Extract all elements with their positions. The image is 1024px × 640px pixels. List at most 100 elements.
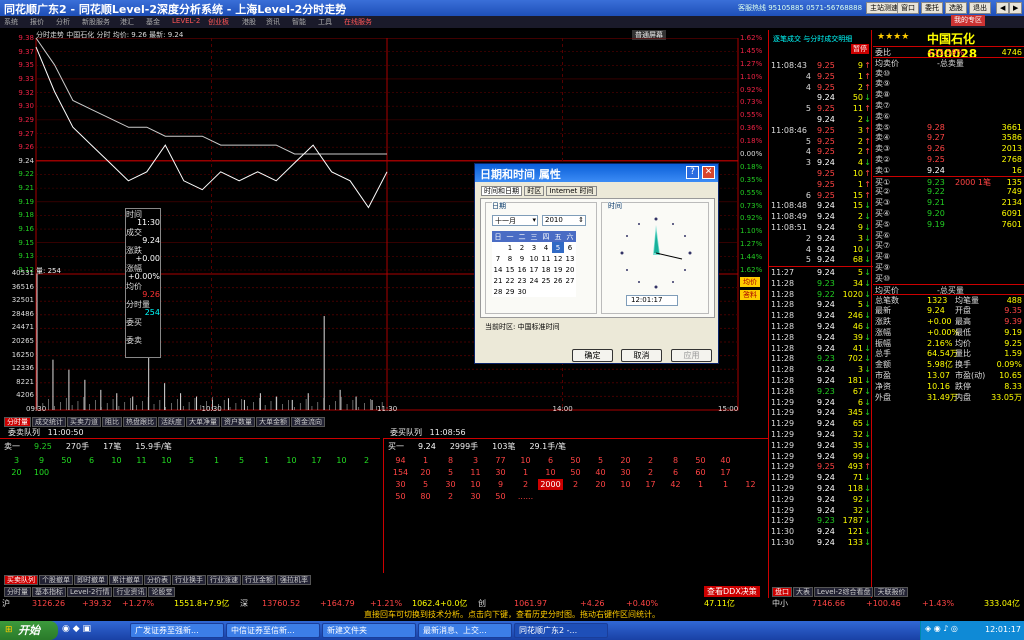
menu-analysis[interactable]: 分析 [56, 17, 70, 27]
tab[interactable]: 资金流向 [291, 417, 325, 427]
close-icon[interactable]: ✕ [702, 166, 715, 179]
tab[interactable]: Level-2行情 [67, 587, 113, 597]
tab[interactable]: 成交统计 [32, 417, 66, 427]
calendar-grid[interactable]: 日一二三四五六 1 2 3 4 5 6 7 8 9 10 11 12 13 14 15 16 17 18 19 20 21… [492, 231, 576, 297]
tab[interactable]: 强拉机率 [277, 575, 311, 585]
calendar-day[interactable]: 18 [540, 264, 552, 275]
ok-button[interactable]: 确定 [572, 349, 613, 362]
calendar-day[interactable]: 5 [552, 242, 564, 253]
menu-quote[interactable]: 报价 [30, 17, 44, 27]
tab[interactable]: 资户数量 [221, 417, 255, 427]
calendar-day[interactable]: 19 [552, 264, 564, 275]
tab[interactable]: 大单净量 [186, 417, 220, 427]
calendar-day[interactable]: 1 [504, 242, 516, 253]
calendar-day[interactable]: 21 [492, 275, 504, 286]
calendar-day[interactable]: 13 [564, 253, 576, 264]
tab[interactable]: 行业金额 [242, 575, 276, 585]
tab[interactable]: 分价表 [144, 575, 171, 585]
menu-system[interactable]: 系统 [4, 17, 18, 27]
avg-price-button[interactable]: 均价 [740, 277, 760, 287]
month-select[interactable]: 十一月 ▾ [492, 215, 538, 226]
calendar-day[interactable]: 20 [564, 264, 576, 275]
taskbar-task[interactable]: 中信证券至信新... [226, 623, 320, 638]
tab-internet-time[interactable]: Internet 时间 [546, 186, 597, 196]
menu-news[interactable]: 资讯 [266, 17, 280, 27]
menu-ipo[interactable]: 新股服务 [82, 17, 110, 27]
tab[interactable]: 阻比 [102, 417, 122, 427]
trade-button[interactable]: 委托 [921, 2, 943, 14]
calendar-day[interactable]: 15 [504, 264, 516, 275]
info-button[interactable]: 答料 [740, 290, 760, 300]
ddx-button[interactable]: 查看DDX决策 [704, 586, 760, 597]
calendar-day[interactable]: 2 [516, 242, 528, 253]
calendar-day[interactable]: 7 [492, 253, 504, 264]
my-zone-button[interactable]: 我的专区 [951, 15, 985, 26]
calendar-day[interactable]: 26 [552, 275, 564, 286]
tab[interactable]: 热盘跟比 [123, 417, 157, 427]
taskbar-task[interactable]: 新建文件夹 [322, 623, 416, 638]
taskbar-task[interactable]: 最新消息、上交... [418, 623, 512, 638]
menu-smart[interactable]: 智能 [292, 17, 306, 27]
forward-icon[interactable]: ▶ [1009, 2, 1023, 14]
tab[interactable]: 行业换手 [172, 575, 206, 585]
calendar-day[interactable]: 27 [564, 275, 576, 286]
taskbar-task[interactable]: 同花顺广东2 -... [514, 623, 608, 638]
window-button[interactable]: 窗口 [897, 2, 919, 14]
calendar-day[interactable]: 16 [516, 264, 528, 275]
calendar-day[interactable]: 12 [552, 253, 564, 264]
tab[interactable]: 买卖队列 [4, 575, 38, 585]
calendar-day[interactable]: 29 [504, 286, 516, 297]
menu-level2[interactable]: LEVEL-2 [172, 17, 200, 25]
calendar-day[interactable]: 30 [516, 286, 528, 297]
help-icon[interactable]: ? [686, 166, 699, 179]
calendar-day[interactable]: 6 [564, 242, 576, 253]
back-icon[interactable]: ◀ [996, 2, 1010, 14]
year-spinner[interactable]: 2010 ⇕ [542, 215, 586, 226]
tab[interactable]: 大单金额 [256, 417, 290, 427]
menu-gem[interactable]: 创业板 [208, 17, 229, 27]
pause-button[interactable]: 暂停 [851, 44, 869, 54]
calendar-day[interactable]: 22 [504, 275, 516, 286]
time-input[interactable]: 12:01:17 [626, 295, 678, 306]
tab[interactable]: 基本指标 [32, 587, 66, 597]
apply-button[interactable]: 应用 [671, 349, 712, 362]
tab[interactable]: 累计撤单 [109, 575, 143, 585]
calendar-day[interactable]: 23 [516, 275, 528, 286]
calendar-day[interactable]: 9 [516, 253, 528, 264]
tab-datetime[interactable]: 时间和日期 [481, 186, 522, 196]
menu-hk[interactable]: 港汇 [120, 17, 134, 27]
tab[interactable]: 个股撤单 [39, 575, 73, 585]
menu-fund[interactable]: 基金 [146, 17, 160, 27]
tab[interactable]: 论股堂 [148, 587, 176, 597]
calendar-day[interactable]: 25 [540, 275, 552, 286]
calendar-day[interactable]: 14 [492, 264, 504, 275]
quicklaunch-icons[interactable]: ◉ ◆ ▣ [62, 624, 91, 634]
calendar-day[interactable]: 8 [504, 253, 516, 264]
tab[interactable]: Level-2综合看盘 [814, 587, 874, 597]
tab[interactable]: 买卖力道 [67, 417, 101, 427]
tray-icons[interactable]: ◈ ◉ ♪ ◎ [925, 624, 958, 633]
calendar-day[interactable] [528, 286, 540, 297]
calendar-day[interactable]: 24 [528, 275, 540, 286]
calendar-day[interactable]: 11 [540, 253, 552, 264]
tab[interactable]: 即时撤单 [74, 575, 108, 585]
cancel-button[interactable]: 取消 [621, 349, 662, 362]
calendar-day[interactable] [564, 286, 576, 297]
calendar-day[interactable] [552, 286, 564, 297]
calendar-day[interactable]: 28 [492, 286, 504, 297]
calendar-day[interactable]: 10 [528, 253, 540, 264]
menu-hkstock[interactable]: 港股 [242, 17, 256, 27]
menu-online[interactable]: 在线服务 [344, 17, 372, 27]
calendar-day[interactable] [540, 286, 552, 297]
calendar-day[interactable]: 4 [540, 242, 552, 253]
tab[interactable]: 天联报价 [874, 587, 909, 597]
tab[interactable]: 行业涨速 [207, 575, 241, 585]
select-stock-button[interactable]: 选股 [945, 2, 967, 14]
calendar-day[interactable]: 3 [528, 242, 540, 253]
calendar-day[interactable]: 17 [528, 264, 540, 275]
tab-timezone[interactable]: 时区 [524, 186, 545, 196]
tab[interactable]: 分时量 [4, 587, 31, 597]
exit-button[interactable]: 退出 [969, 2, 991, 14]
tab[interactable]: 大表 [793, 587, 813, 597]
tab[interactable]: 分时量 [4, 417, 31, 427]
